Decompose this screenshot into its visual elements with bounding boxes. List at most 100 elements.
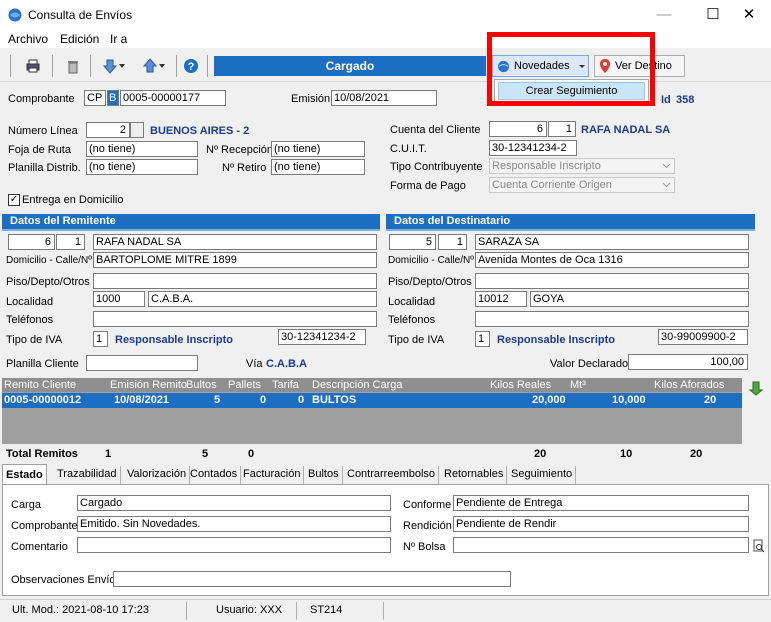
cell-pallets: 0: [260, 394, 267, 406]
bolsa-field[interactable]: [453, 537, 749, 553]
cell-descripcion: BULTOS: [312, 394, 357, 406]
tab-trazabilidad[interactable]: Trazabilidad: [54, 466, 121, 484]
help-button[interactable]: ?: [180, 55, 202, 77]
tab-retornables[interactable]: Retornables: [441, 466, 508, 484]
section-divider: [386, 229, 755, 231]
numero-linea-field[interactable]: 2: [86, 122, 130, 138]
tab-facturacion[interactable]: Facturación: [240, 466, 305, 484]
tab-seguimiento[interactable]: Seguimiento: [508, 466, 577, 484]
destinatario-number-field[interactable]: 5: [389, 234, 436, 250]
tab-bultos[interactable]: Bultos: [305, 466, 343, 484]
comentario-field[interactable]: [77, 537, 391, 553]
maximize-button[interactable]: ☐: [693, 0, 733, 30]
chevron-down-icon: [159, 64, 165, 68]
tab-estado[interactable]: Estado: [2, 464, 47, 485]
foja-field[interactable]: (no tiene): [86, 141, 198, 157]
minimize-button[interactable]: —: [644, 0, 684, 30]
print-button[interactable]: [22, 55, 44, 77]
destinatario-iva-value: Responsable Inscripto: [497, 334, 615, 346]
col-remito-cliente[interactable]: Remito Cliente: [4, 379, 76, 391]
comentario-label: Comentario: [11, 541, 68, 553]
menu-edicion[interactable]: Edición: [60, 32, 99, 46]
remitente-telefonos-field[interactable]: [93, 311, 377, 327]
id-label: Id: [661, 94, 671, 106]
destinatario-piso-label: Piso/Depto/Otros: [388, 276, 472, 288]
col-bultos[interactable]: Bultos: [186, 379, 217, 391]
remitente-name-field[interactable]: RAFA NADAL SA: [93, 234, 377, 250]
destinatario-name-field[interactable]: SARAZA SA: [475, 234, 749, 250]
remitente-piso-field[interactable]: [93, 273, 377, 289]
planilla-cliente-field[interactable]: [86, 355, 198, 371]
remitente-iva-value: Responsable Inscripto: [115, 334, 233, 346]
emision-field[interactable]: 10/08/2021: [331, 90, 437, 106]
remitente-cuit-field[interactable]: 30-12341234-2: [278, 329, 366, 345]
destinatario-telefonos-label: Teléfonos: [388, 314, 436, 326]
carga-field[interactable]: Cargado: [77, 495, 391, 511]
station-status: ST214: [310, 604, 343, 616]
delete-button[interactable]: [62, 55, 84, 77]
tab-contrarreembolso[interactable]: Contrarreembolso: [344, 466, 440, 484]
entrega-checkbox[interactable]: ✓: [8, 194, 20, 206]
tab-contados[interactable]: Contados: [187, 466, 242, 484]
col-pallets[interactable]: Pallets: [228, 379, 261, 391]
col-kilos-aforados[interactable]: Kilos Aforados: [654, 379, 724, 391]
remitente-number-field[interactable]: 6: [8, 234, 55, 250]
close-button[interactable]: ✕: [729, 0, 769, 30]
cuit-field[interactable]: 30-12341234-2: [489, 140, 577, 156]
menu-archivo[interactable]: Archivo: [8, 32, 48, 46]
destinatario-localidad-field[interactable]: GOYA: [530, 291, 749, 307]
toolbar-separator: [10, 55, 11, 77]
previous-button[interactable]: [136, 55, 172, 77]
comprobante-type-field[interactable]: CP: [84, 90, 106, 106]
destinatario-iva-code-field[interactable]: 1: [475, 331, 490, 347]
menu-ir-a[interactable]: Ir a: [110, 32, 127, 46]
comprobante-number-field[interactable]: 0005-00000177: [120, 90, 226, 106]
conforme-field[interactable]: Pendiente de Entrega: [453, 495, 749, 511]
next-button[interactable]: [96, 55, 132, 77]
table-row[interactable]: 0005-00000012 10/08/2021 5 0 0 BULTOS 20…: [2, 393, 742, 408]
destinatario-domicilio-field[interactable]: Avenida Montes de Oca 1316: [475, 252, 749, 268]
estado-comprobante-field[interactable]: Emitido. Sin Novedades.: [77, 516, 391, 532]
retiro-field[interactable]: (no tiene): [271, 159, 365, 175]
menu-bar: Archivo Edición Ir a: [0, 30, 771, 48]
destinatario-piso-field[interactable]: [475, 273, 749, 289]
cuenta-label: Cuenta del Cliente: [390, 124, 481, 136]
search-document-icon[interactable]: [753, 539, 765, 553]
remitente-sub-field[interactable]: 1: [56, 234, 85, 250]
remitos-grid: Remito Cliente Emisión Remito Bultos Pal…: [2, 378, 742, 444]
planilla-field[interactable]: (no tiene): [86, 159, 198, 175]
cuenta-sub-field[interactable]: 1: [548, 121, 576, 137]
comprobante-letter-field[interactable]: B: [107, 90, 119, 106]
destinatario-cuit-field[interactable]: 30-99009900-2: [658, 329, 748, 345]
totals-kilos: 20: [534, 448, 547, 460]
status-separator: [296, 602, 297, 620]
destinatario-telefonos-field[interactable]: [475, 311, 749, 327]
col-kilos-reales[interactable]: Kilos Reales: [490, 379, 551, 391]
numero-linea-lookup-button[interactable]: [130, 122, 144, 138]
destinatario-cp-field[interactable]: 10012: [475, 291, 527, 307]
rendicion-field[interactable]: Pendiente de Rendir: [453, 516, 749, 532]
recepcion-field[interactable]: (no tiene): [271, 141, 365, 157]
col-emision-remito[interactable]: Emisión Remito: [110, 379, 187, 391]
printer-icon: [26, 59, 40, 73]
retiro-label: Nº Retiro: [222, 162, 267, 174]
foja-label: Foja de Ruta: [8, 144, 71, 156]
valor-declarado-field[interactable]: 100,00: [628, 354, 748, 370]
destinatario-sub-field[interactable]: 1: [438, 234, 467, 250]
remitente-localidad-field[interactable]: C.A.B.A.: [148, 291, 377, 307]
highlight-box: [487, 32, 655, 106]
remitente-localidad-label: Localidad: [6, 296, 54, 308]
col-mt3[interactable]: Mt³: [570, 379, 586, 391]
remitente-cp-field[interactable]: 1000: [93, 291, 145, 307]
remitente-domicilio-field[interactable]: BARTOPLOME MITRE 1899: [93, 252, 377, 268]
col-tarifa[interactable]: Tarifa: [272, 379, 299, 391]
tipo-contribuyente-select[interactable]: Responsable Inscripto: [489, 158, 675, 174]
cuenta-number-field[interactable]: 6: [489, 121, 547, 137]
tab-valorizacion[interactable]: Valorización: [124, 466, 191, 484]
add-row-icon[interactable]: [748, 380, 764, 396]
planilla-cliente-label: Planilla Cliente: [6, 358, 79, 370]
remitente-iva-code-field[interactable]: 1: [93, 331, 108, 347]
col-descripcion[interactable]: Descripción Carga: [312, 379, 402, 391]
forma-pago-select[interactable]: Cuenta Corriente Origen: [489, 177, 675, 193]
observaciones-field[interactable]: [113, 571, 511, 587]
